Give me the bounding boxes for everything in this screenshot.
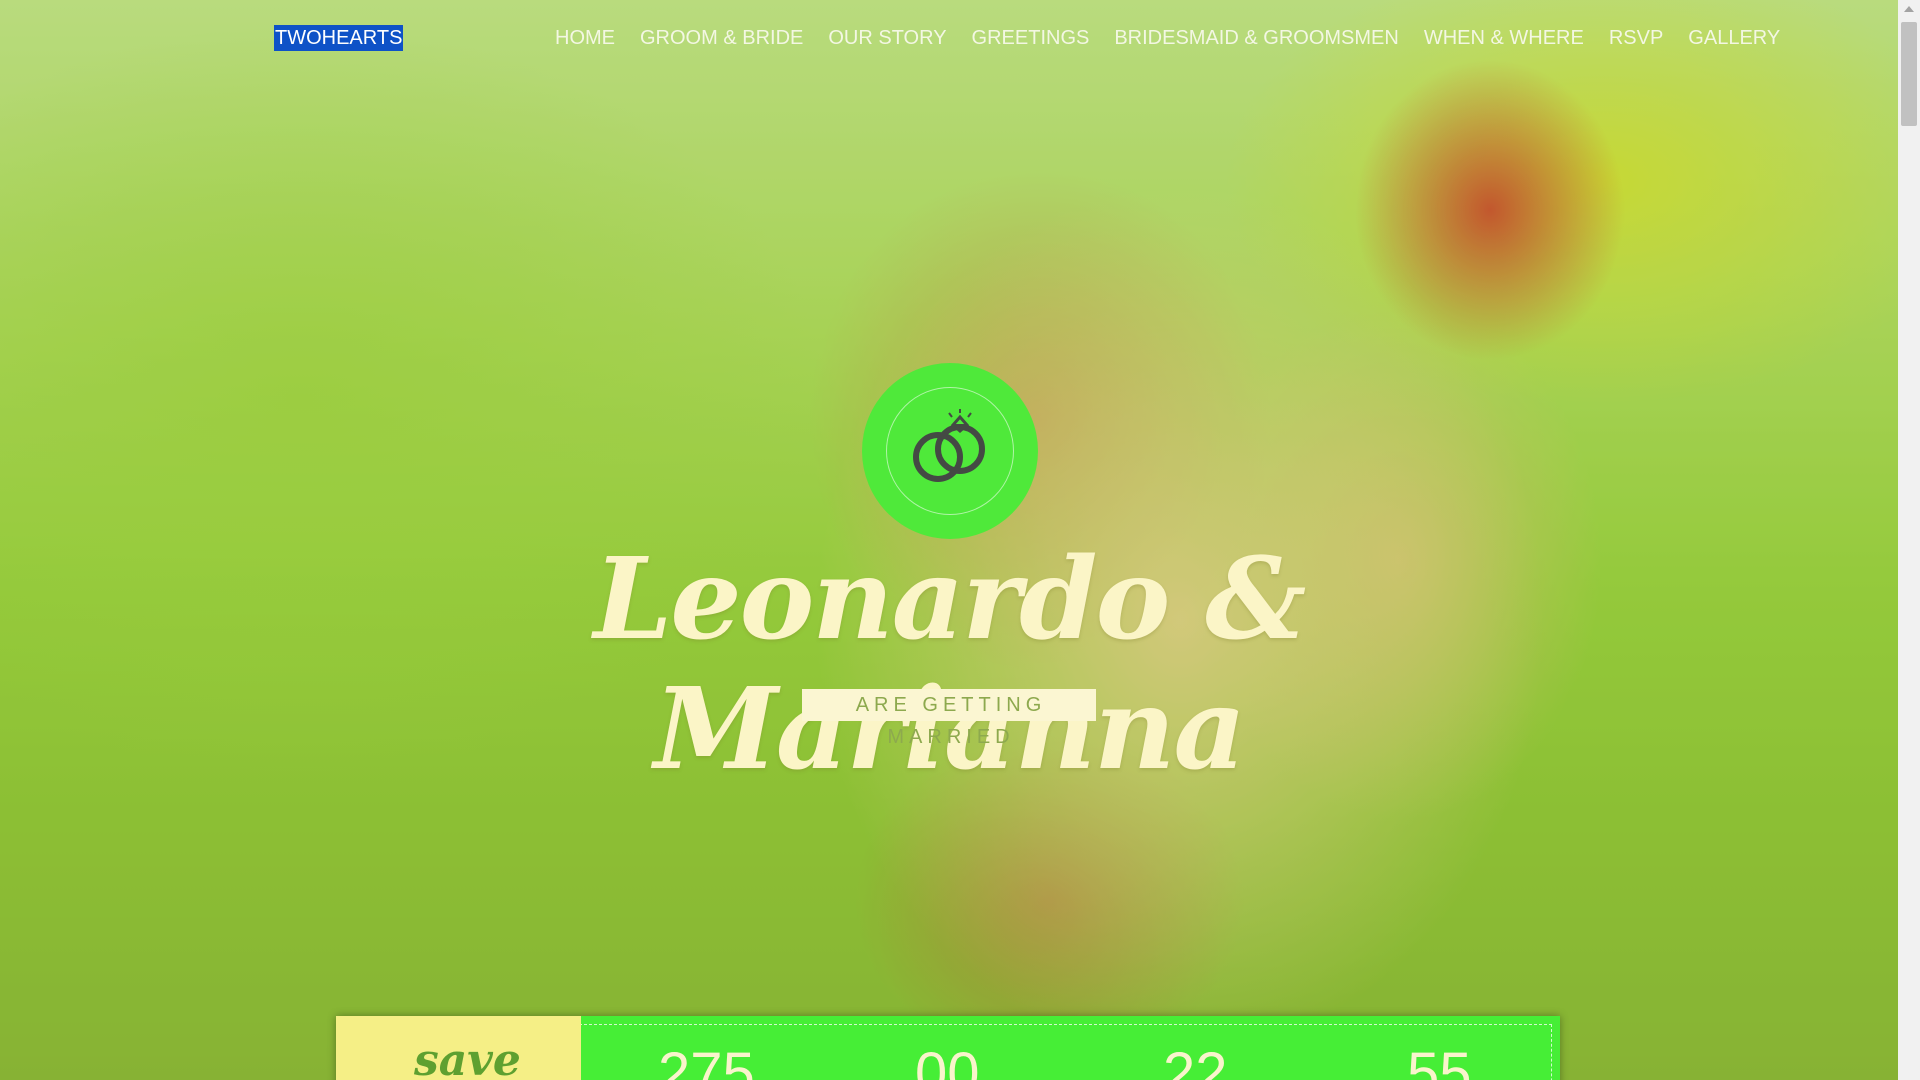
page-scrollbar[interactable] <box>1898 0 1920 1080</box>
page-viewport: TWOHEARTS HOME GROOM & BRIDE OUR STORY G… <box>0 0 1898 1080</box>
brand-logo-link[interactable]: TWOHEARTS <box>274 25 404 51</box>
scroll-up-arrow-icon[interactable] <box>1904 6 1914 12</box>
countdown-seconds: 55 <box>1407 1041 1472 1080</box>
couple-names-heading: Leonardo & Marianna <box>593 534 1307 795</box>
nav-item-home[interactable]: HOME <box>555 25 615 51</box>
nav-item-groom-bride[interactable]: GROOM & BRIDE <box>640 25 803 51</box>
nav-item-when-where[interactable]: WHEN & WHERE <box>1424 25 1584 51</box>
countdown-hours: 00 <box>915 1041 980 1080</box>
countdown-box: save 275 00 22 55 <box>336 1016 1560 1080</box>
save-the-date-panel: save <box>336 1016 581 1080</box>
tagline-badge: ARE GETTING MARRIED <box>802 689 1096 748</box>
nav-item-rsvp[interactable]: RSVP <box>1609 25 1663 51</box>
hero-badge <box>862 363 1038 539</box>
countdown-days: 275 <box>658 1041 755 1080</box>
nav-item-gallery[interactable]: GALLERY <box>1688 25 1780 51</box>
countdown-minutes: 22 <box>1163 1041 1228 1080</box>
scrollbar-thumb[interactable] <box>1901 22 1917 126</box>
nav-menu: HOME GROOM & BRIDE OUR STORY GREETINGS B… <box>555 25 1780 51</box>
save-label: save <box>414 1035 521 1080</box>
wedding-rings-icon <box>913 409 985 482</box>
nav-item-greetings[interactable]: GREETINGS <box>972 25 1090 51</box>
top-navigation: TWOHEARTS HOME GROOM & BRIDE OUR STORY G… <box>0 0 1898 76</box>
nav-item-our-story[interactable]: OUR STORY <box>828 25 946 51</box>
nav-item-bridesmaid-groomsmen[interactable]: BRIDESMAID & GROOMSMEN <box>1114 25 1398 51</box>
